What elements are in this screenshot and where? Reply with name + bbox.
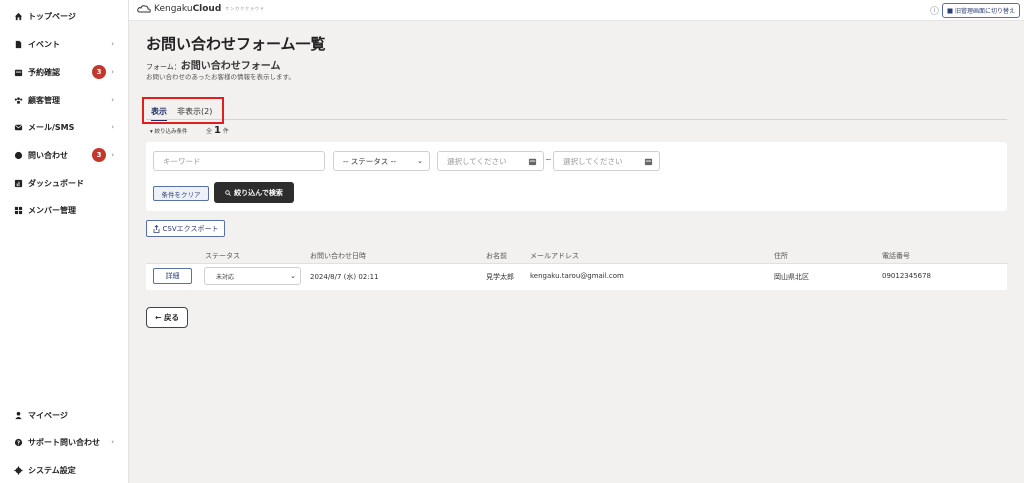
sidebar-item-event[interactable]: イベント › — [0, 33, 128, 55]
sidebar: トップページ イベント › 予約確認 3 › 顧客管理 › メール/SMS › … — [0, 0, 129, 483]
keyword-input[interactable]: キーワード — [153, 151, 325, 171]
back-button[interactable]: ← 戻る — [146, 307, 188, 328]
sidebar-item-customers[interactable]: 顧客管理 › — [0, 89, 128, 111]
calendar-icon — [528, 158, 537, 166]
document-icon — [14, 40, 23, 49]
chevron-right-icon: › — [111, 68, 114, 76]
chat-icon — [14, 151, 23, 160]
sidebar-item-mypage[interactable]: マイページ — [0, 404, 128, 426]
cell-name: 見学太郎 — [486, 273, 514, 281]
column-header-status: ステータス — [205, 252, 240, 260]
sidebar-item-support[interactable]: ? サポート問い合わせ › — [0, 431, 128, 453]
date-start-placeholder: 選択してください — [447, 156, 507, 166]
row-status-value: 未対応 — [216, 273, 235, 281]
brand-subtitle: ケンガククラウド — [225, 6, 266, 11]
tabs-divider — [146, 119, 1007, 120]
column-header-date: お問い合わせ日時 — [310, 252, 366, 260]
form-name-line: フォーム：お問い合わせフォーム — [146, 57, 281, 72]
sidebar-item-label: トップページ — [28, 11, 76, 21]
count-suffix: 件 — [222, 128, 229, 135]
page-description: お問い合わせのあったお客様の情報を表示します。 — [146, 73, 295, 81]
chevron-right-icon: › — [111, 96, 114, 104]
sidebar-item-inquiry[interactable]: 問い合わせ 3 › — [0, 144, 128, 166]
chevron-down-icon: ⌄ — [290, 272, 296, 280]
cell-address: 岡山県北区 — [774, 273, 809, 281]
column-header-address: 住所 — [774, 252, 788, 260]
search-button-label: 絞り込んで検索 — [234, 188, 283, 197]
sidebar-item-label: マイページ — [28, 410, 68, 420]
gear-icon — [14, 465, 23, 475]
chevron-right-icon: › — [111, 438, 114, 446]
date-start-input[interactable]: 選択してください — [437, 151, 544, 171]
column-header-name: お名前 — [486, 252, 507, 260]
chevron-right-icon: › — [111, 123, 114, 131]
sidebar-item-label: イベント — [28, 39, 60, 49]
row-status-select[interactable]: 未対応 ⌄ — [204, 267, 301, 285]
column-header-phone: 電話番号 — [882, 252, 910, 260]
export-icon — [153, 224, 159, 233]
status-select[interactable]: -- ステータス -- ⌄ — [333, 151, 430, 171]
chart-icon — [14, 179, 23, 188]
search-button[interactable]: 絞り込んで検索 — [214, 182, 294, 203]
result-count: 全 1 件 — [206, 125, 229, 136]
date-end-input[interactable]: 選択してください — [553, 151, 660, 171]
chevron-down-icon: ⌄ — [417, 157, 423, 165]
status-select-value: -- ステータス -- — [343, 156, 397, 166]
chevron-right-icon: › — [111, 151, 114, 159]
filter-toggle[interactable]: ▾ 絞り込み条件 — [150, 127, 188, 135]
sidebar-item-label: メンバー管理 — [28, 205, 76, 215]
sidebar-item-members[interactable]: メンバー管理 — [0, 199, 128, 221]
sidebar-item-settings[interactable]: システム設定 — [0, 459, 128, 481]
calendar-icon — [644, 158, 653, 166]
column-header-email: メールアドレス — [530, 252, 579, 260]
count-value: 1 — [213, 125, 221, 136]
brand-logo[interactable]: Kengaku Cloud ケンガククラウド — [137, 4, 265, 14]
date-range-separator: ~ — [545, 155, 552, 164]
chevron-right-icon: › — [111, 40, 114, 48]
csv-export-button[interactable]: CSVエクスポート — [146, 220, 225, 237]
switch-legacy-admin-button[interactable]: 旧管理画面に切り替え — [942, 3, 1020, 18]
info-icon[interactable]: i — [930, 6, 939, 15]
sidebar-item-dashboard[interactable]: ダッシュボード — [0, 172, 128, 194]
cell-phone: 09012345678 — [882, 272, 931, 280]
sidebar-item-top[interactable]: トップページ — [0, 5, 128, 27]
sidebar-item-label: ダッシュボード — [28, 178, 84, 188]
sidebar-item-label: 予約確認 — [28, 67, 60, 77]
person-icon — [14, 411, 23, 420]
switch-icon — [947, 8, 953, 13]
people-icon — [14, 96, 23, 105]
home-icon — [14, 12, 23, 21]
sidebar-item-reservation[interactable]: 予約確認 3 › — [0, 61, 128, 83]
grid-icon — [14, 206, 23, 215]
date-end-placeholder: 選択してください — [563, 156, 623, 166]
sidebar-item-label: システム設定 — [28, 465, 76, 475]
sidebar-item-label: 顧客管理 — [28, 95, 60, 105]
mail-icon — [14, 123, 23, 132]
top-bar: Kengaku Cloud ケンガククラウド i 旧管理画面に切り替え — [129, 0, 1024, 21]
search-icon — [225, 189, 232, 196]
csv-export-label: CSVエクスポート — [162, 224, 219, 233]
calendar-icon — [14, 68, 23, 77]
cloud-icon — [137, 5, 151, 13]
count-prefix: 全 — [206, 128, 213, 135]
svg-text:?: ? — [17, 440, 20, 446]
notification-badge: 3 — [92, 148, 106, 162]
sidebar-item-mail[interactable]: メール/SMS › — [0, 116, 128, 138]
form-name-prefix: フォーム： — [146, 63, 181, 71]
notification-badge: 3 — [92, 65, 106, 79]
sidebar-item-label: 問い合わせ — [28, 150, 68, 160]
sidebar-item-label: サポート問い合わせ — [28, 437, 100, 447]
brand-name-light: Kengaku — [154, 4, 193, 14]
detail-button[interactable]: 詳細 — [153, 268, 192, 284]
help-icon: ? — [14, 438, 23, 447]
sidebar-item-label: メール/SMS — [28, 122, 75, 132]
clear-filters-button[interactable]: 条件をクリア — [153, 186, 209, 201]
page-title: お問い合わせフォーム一覧 — [146, 35, 326, 53]
tabs-highlight-box — [142, 97, 224, 124]
brand-name-bold: Cloud — [192, 4, 222, 14]
cell-date: 2024/8/7 (水) 02:11 — [310, 273, 379, 281]
switch-legacy-admin-label: 旧管理画面に切り替え — [954, 8, 1015, 15]
cell-email: kengaku.tarou@gmail.com — [530, 272, 624, 280]
